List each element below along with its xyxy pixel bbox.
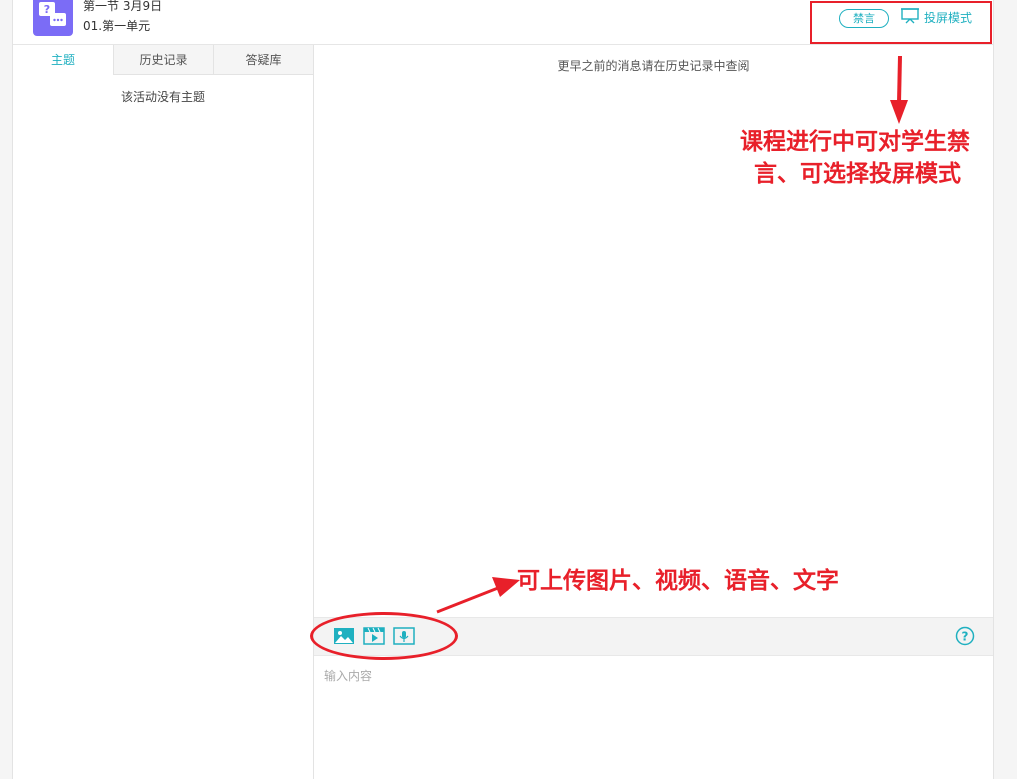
annotation-bottom: 可上传图片、视频、语音、文字 (517, 568, 839, 594)
annotation-arrows (436, 55, 908, 614)
annotation-top-line2: 言、可选择投屏模式 (754, 161, 961, 187)
annotation-top-line1: 课程进行中可对学生禁 (740, 129, 970, 155)
